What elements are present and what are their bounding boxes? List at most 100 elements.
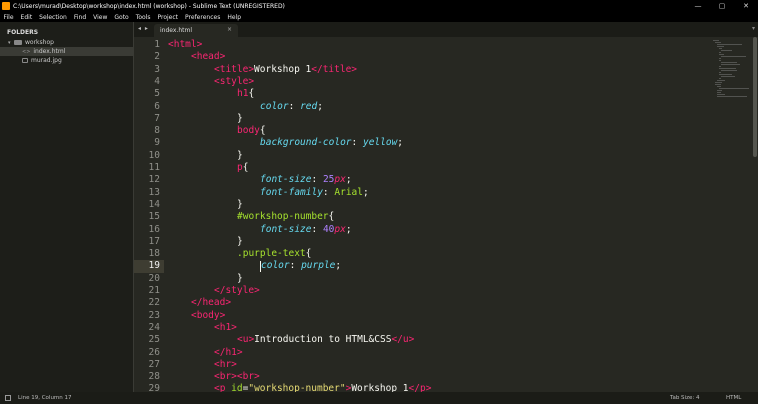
line-number: 22 (148, 297, 160, 309)
code-line[interactable]: 15 #workshop-number{ (134, 211, 710, 223)
code-line[interactable]: 26 </h1> (134, 347, 710, 359)
code-line[interactable]: 28 <br><br> (134, 371, 710, 383)
code-token: <head> (191, 51, 226, 63)
code-text: font-family: Arial; (260, 187, 369, 199)
menu-file[interactable]: File (0, 14, 17, 21)
line-number: 25 (148, 334, 160, 346)
syntax-selector[interactable]: HTML (726, 395, 741, 401)
code-token: 25 (322, 174, 335, 186)
code-editor[interactable]: 1 <html> 2 <head> 3 <title>Workshop 1</title>… (134, 37, 710, 392)
vertical-scrollbar[interactable] (753, 37, 757, 157)
code-token: </u> (391, 334, 415, 346)
code-line[interactable]: 19 color: purple; (134, 260, 710, 273)
tab-close-icon[interactable]: × (227, 26, 232, 33)
code-text: } (237, 199, 243, 211)
code-line[interactable]: 14} (134, 199, 710, 211)
code-line[interactable]: 25 <u>Introduction to HTML&CSS</u> (134, 334, 710, 346)
menu-view[interactable]: View (90, 14, 111, 21)
code-token: font-family (260, 186, 323, 198)
code-line[interactable]: 24 <h1> (134, 322, 710, 334)
code-text: </h1> (214, 347, 243, 359)
line-number: 20 (148, 272, 160, 284)
tab-size-selector[interactable]: Tab Size: 4 (670, 395, 699, 401)
code-token: Introduction to HTML&CSS (254, 334, 392, 346)
code-line[interactable]: 22 </head> (134, 297, 710, 309)
folder-label: workshop (25, 39, 54, 46)
menu-help[interactable]: Help (224, 14, 245, 21)
code-line[interactable]: 1 <html> (134, 39, 710, 51)
menu-selection[interactable]: Selection (36, 14, 71, 21)
code-line[interactable]: 27 <hr> (134, 359, 710, 371)
close-button[interactable]: ✕ (734, 2, 758, 10)
code-token: : (351, 137, 363, 149)
code-line[interactable]: 16 font-size: 40px; (134, 224, 710, 236)
code-line[interactable]: 3 <title>Workshop 1</title> (134, 64, 710, 76)
menu-goto[interactable]: Goto (111, 14, 132, 21)
cursor-position: Line 19, Column 17 (18, 395, 72, 401)
minimap-line (721, 76, 735, 77)
code-line[interactable]: 29 <p id="workshop-number">Workshop 1</p> (134, 383, 710, 392)
minimize-button[interactable]: — (686, 2, 710, 10)
code-line[interactable]: 8 body{ (134, 125, 710, 137)
code-line[interactable]: 6 color: red; (134, 101, 710, 113)
code-token: .purple-text (237, 248, 306, 260)
minimap-line (721, 62, 737, 63)
minimap-line (717, 94, 725, 95)
code-token: </style> (214, 285, 260, 296)
code-line[interactable]: 7} (134, 113, 710, 125)
code-token: <html> (168, 39, 203, 50)
code-text: background-color: yellow; (260, 137, 403, 149)
line-number: 9 (154, 137, 160, 149)
code-text: } (237, 236, 243, 248)
code-token: <h1> (214, 321, 237, 333)
minimap-line (717, 44, 742, 45)
code-text: body{ (237, 125, 266, 137)
line-number: 13 (148, 186, 160, 198)
sidebar-file-murad-jpg[interactable]: murad.jpg (0, 56, 133, 65)
code-line[interactable]: 23 <body> (134, 310, 710, 322)
code-line[interactable]: 2 <head> (134, 51, 710, 63)
code-text: <style> (214, 76, 254, 88)
menu-tools[interactable]: Tools (132, 14, 154, 21)
code-line[interactable]: 17} (134, 236, 710, 248)
code-line[interactable]: 9 background-color: yellow; (134, 137, 710, 149)
code-line[interactable]: 20} (134, 273, 710, 285)
code-text: <u>Introduction to HTML&CSS</u> (237, 334, 414, 346)
maximize-button[interactable]: ▢ (710, 2, 734, 10)
tab-bar: ◂ ▸ index.html × ▾ (134, 22, 758, 37)
code-line[interactable]: 11 p{ (134, 162, 710, 174)
code-token: <hr> (214, 358, 237, 370)
menu-project[interactable]: Project (154, 14, 182, 21)
code-token: Arial (334, 186, 363, 198)
code-token: <br><br> (214, 371, 260, 383)
menu-find[interactable]: Find (70, 14, 89, 21)
minimap-line (717, 92, 721, 93)
sidebar-file-index-html[interactable]: <> index.html (0, 47, 133, 56)
minimap[interactable] (710, 37, 750, 392)
code-token: <style> (214, 75, 255, 87)
sidebar-folder-workshop[interactable]: ▾ workshop (0, 38, 133, 47)
code-text: h1{ (237, 88, 254, 100)
line-number: 6 (154, 100, 160, 112)
code-line[interactable]: 5 h1{ (134, 88, 710, 100)
panel-toggle-icon[interactable] (5, 395, 11, 401)
minimap-line (717, 46, 724, 47)
tab-dropdown-icon[interactable]: ▾ (752, 25, 755, 32)
code-token: font-size (260, 174, 312, 186)
code-token: <p (214, 383, 232, 392)
menu-preferences[interactable]: Preferences (182, 14, 224, 21)
menu-edit[interactable]: Edit (17, 14, 36, 21)
code-line[interactable]: 4 <style> (134, 76, 710, 88)
tab-nav-arrows-icon[interactable]: ◂ ▸ (138, 25, 149, 32)
code-text: font-size: 40px; (260, 224, 352, 236)
code-token: ; (362, 186, 369, 198)
tab-index-html[interactable]: index.html × (154, 24, 238, 37)
code-line[interactable]: 21 </style> (134, 285, 710, 297)
status-bar: Line 19, Column 17 Tab Size: 4 HTML (0, 392, 758, 404)
code-token: { (259, 125, 266, 137)
code-line[interactable]: 12 font-size: 25px; (134, 174, 710, 186)
minimap-line (719, 72, 721, 73)
code-line[interactable]: 10} (134, 150, 710, 162)
code-line[interactable]: 18 .purple-text{ (134, 248, 710, 260)
code-line[interactable]: 13 font-family: Arial; (134, 187, 710, 199)
